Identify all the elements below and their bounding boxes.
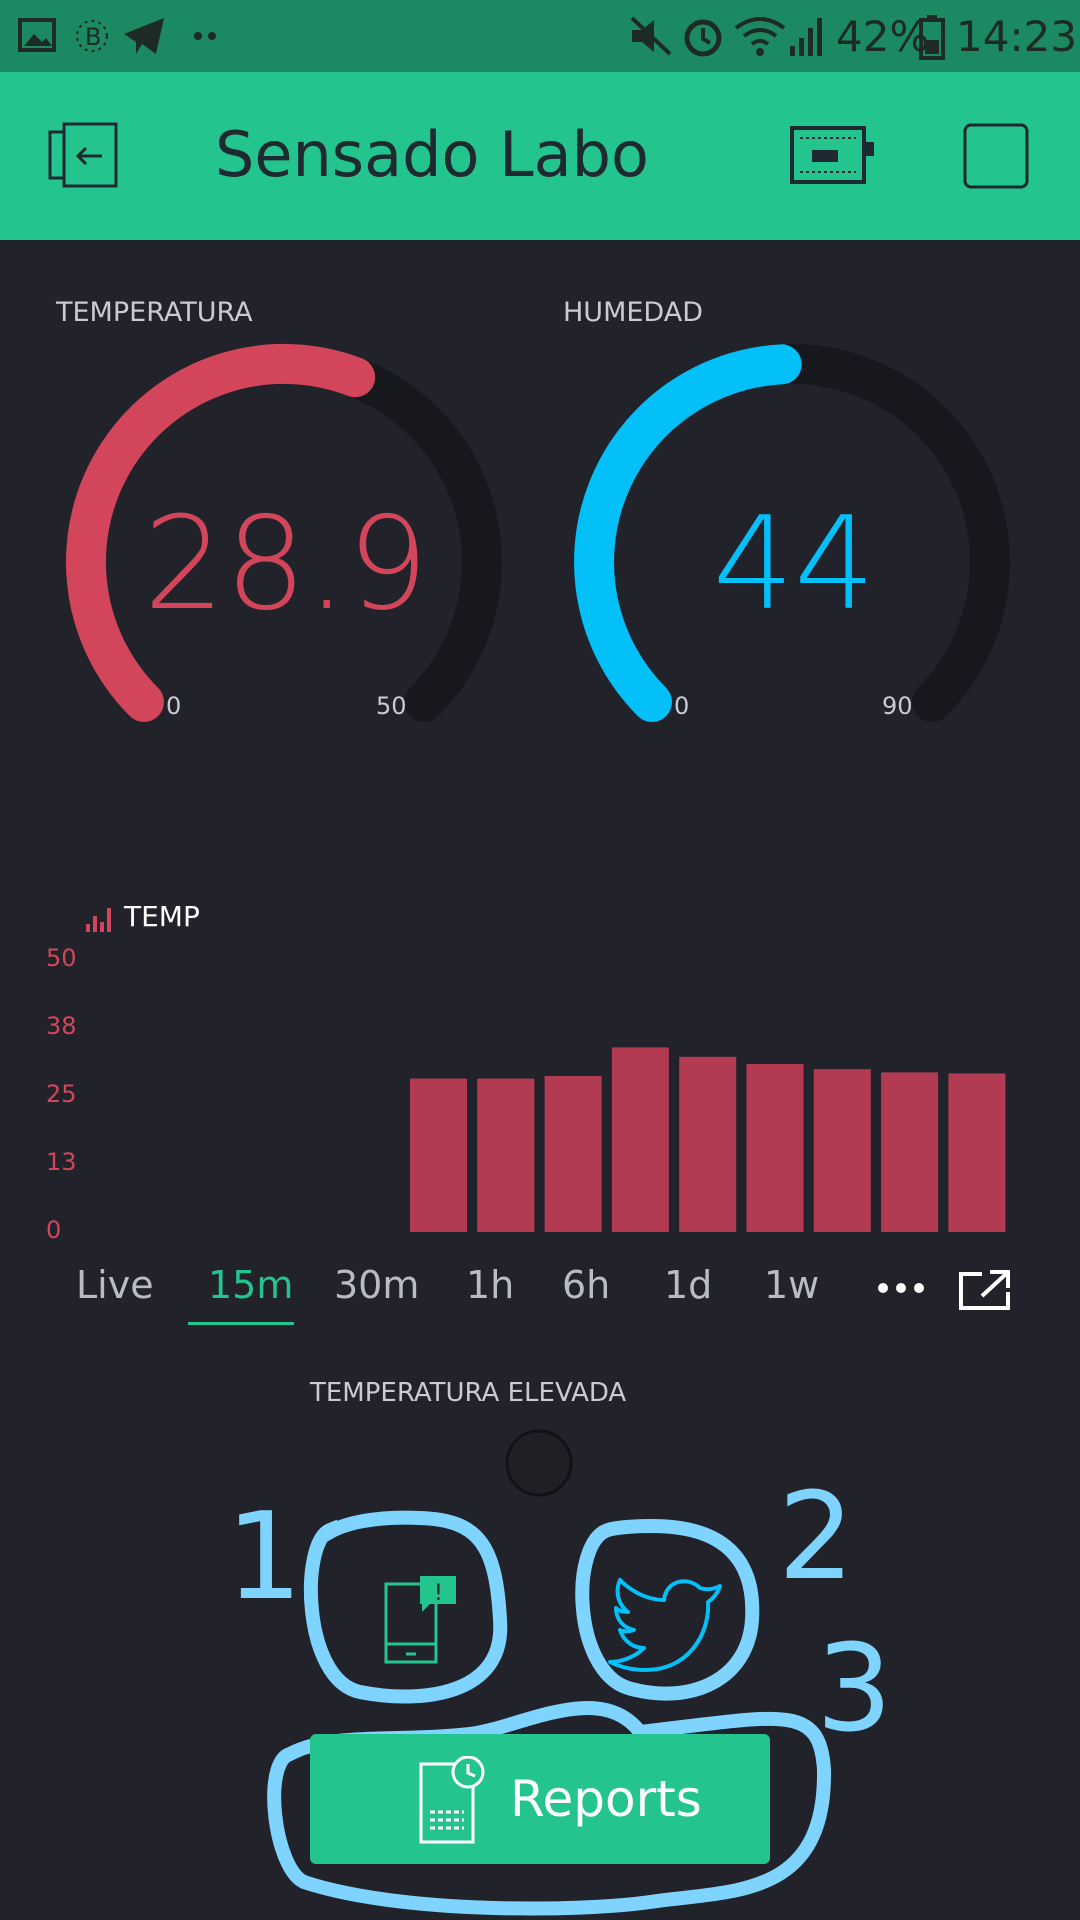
- gauge-value-temperatura: 28.9: [143, 490, 429, 639]
- chart-bar: [813, 1069, 871, 1232]
- gauge-max-temperatura: 50: [376, 692, 407, 720]
- gallery-icon: [18, 18, 56, 52]
- chart-legend-label: TEMP: [124, 900, 200, 933]
- chart-bar: [477, 1078, 535, 1232]
- reports-button-label: Reports: [510, 1770, 702, 1828]
- tab-1d[interactable]: 1d: [664, 1263, 712, 1307]
- gauge-label-temperatura: TEMPERATURA: [56, 297, 253, 328]
- gauge-min-temperatura: 0: [166, 692, 182, 720]
- status-time: 14:23: [956, 12, 1078, 61]
- svg-text:B: B: [85, 23, 101, 51]
- signal-icon: [790, 18, 822, 56]
- exit-icon[interactable]: [48, 122, 122, 190]
- stop-square-icon[interactable]: [962, 122, 1030, 190]
- device-board-icon[interactable]: [790, 124, 876, 186]
- wifi-icon: [734, 17, 786, 56]
- annotation-number-2: 2: [778, 1468, 855, 1607]
- telegram-icon: [124, 18, 164, 54]
- more-options-icon[interactable]: [876, 1278, 926, 1298]
- chart-bar: [611, 1047, 669, 1232]
- chart-bar: [746, 1064, 804, 1232]
- active-tab-underline: [188, 1322, 294, 1325]
- chart-bar: [544, 1076, 602, 1232]
- gauge-label-humedad: HUMEDAD: [563, 297, 703, 328]
- chart-bar: [881, 1072, 939, 1232]
- gauge-max-humedad: 90: [882, 692, 913, 720]
- tab-6h[interactable]: 6h: [562, 1263, 610, 1307]
- page-title: Sensado Labo: [215, 118, 649, 191]
- tab-live[interactable]: Live: [76, 1263, 154, 1307]
- open-external-icon[interactable]: [958, 1268, 1012, 1312]
- tab-30m[interactable]: 30m: [334, 1263, 419, 1307]
- gauge-min-humedad: 0: [674, 692, 690, 720]
- tab-1w[interactable]: 1w: [764, 1263, 819, 1307]
- alarm-icon: [684, 19, 722, 57]
- tab-15m[interactable]: 15m: [208, 1263, 293, 1307]
- alert-label: TEMPERATURA ELEVADA: [310, 1378, 627, 1408]
- battery-icon: [919, 15, 945, 60]
- mute-icon: [630, 16, 672, 56]
- chart-bar: [679, 1056, 737, 1232]
- annotation-number-1: 1: [226, 1488, 303, 1627]
- chart-bar: [410, 1078, 467, 1232]
- temp-bar-chart: [410, 1047, 1006, 1232]
- annotation-number-3: 3: [816, 1620, 893, 1759]
- tab-1h[interactable]: 1h: [466, 1263, 514, 1307]
- bluetooth-b-icon: B: [76, 20, 108, 52]
- chart-bar: [948, 1073, 1006, 1232]
- battery-percent: 42%: [836, 12, 930, 61]
- reports-icon: [419, 1756, 485, 1844]
- chart-legend-icon: [86, 908, 111, 932]
- more-dots-icon: [194, 32, 216, 40]
- gauge-value-humedad: 44: [712, 490, 876, 639]
